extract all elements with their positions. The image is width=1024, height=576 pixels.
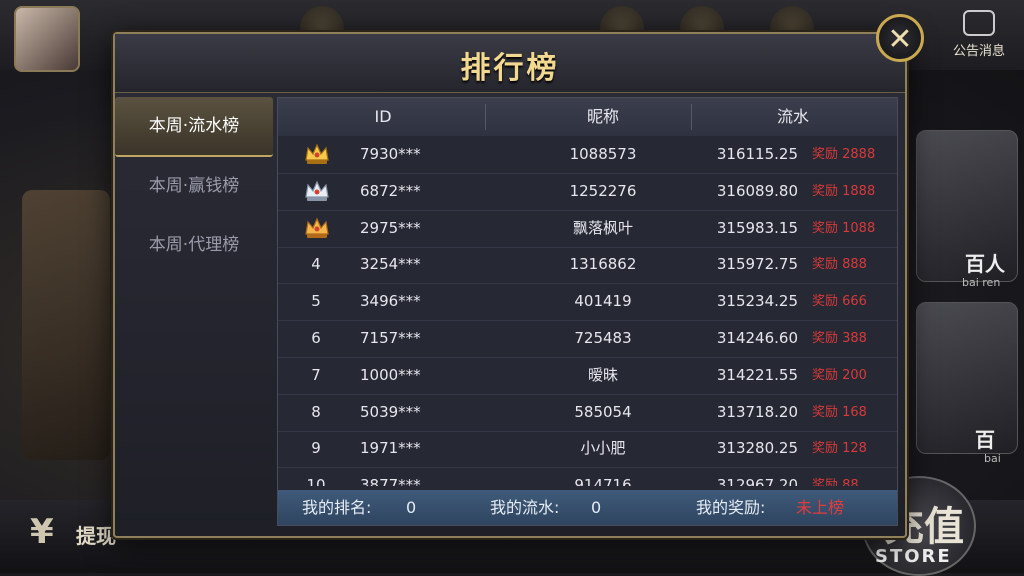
header-flow: 流水: [776, 107, 809, 126]
player-prize: 奖励 88: [812, 478, 859, 486]
player-prize: 奖励 128: [812, 441, 867, 457]
table-row: 8 5039*** 585054 313718.20 奖励 168: [278, 394, 897, 432]
player-prize: 奖励 1088: [812, 220, 876, 236]
my-flow-value: 0: [591, 498, 602, 517]
player-id: 3254***: [360, 255, 421, 274]
gold-sun-crown-icon: [305, 143, 329, 164]
table-header: ID 昵称 流水: [278, 98, 897, 136]
my-rank-bar: 我的排名: 0 我的流水: 0 我的奖励: 未上榜: [278, 490, 897, 525]
player-id: 1000***: [360, 365, 421, 384]
player-flow: 314221.55: [716, 365, 798, 384]
player-id: 1971***: [360, 439, 421, 458]
game-card-subtitle: bai ren: [962, 276, 1001, 289]
player-id: 6872***: [360, 181, 421, 200]
notice-button[interactable]: 公告消息: [940, 4, 1018, 62]
header-id: ID: [374, 107, 392, 126]
my-prize-value: 未上榜: [796, 498, 845, 517]
my-rank-label: 我的排名:: [302, 498, 372, 517]
player-flow: 315972.75: [716, 255, 798, 274]
player-prize: 奖励 888: [812, 257, 867, 273]
rank-number: 7: [311, 365, 321, 384]
game-card-subtitle: bai: [984, 452, 1001, 465]
player-nickname: 585054: [574, 402, 632, 421]
silver-crown-icon: [305, 180, 329, 201]
player-id: 7157***: [360, 329, 421, 347]
player-flow: 316089.80: [716, 181, 798, 200]
modal-header: 排行榜: [115, 34, 905, 93]
player-prize: 奖励 168: [812, 404, 867, 420]
player-id: 3496***: [360, 292, 421, 311]
table-row: 4 3254*** 1316862 315972.75 奖励 888: [278, 246, 897, 285]
table-row: 6 7157*** 725483 314246.60 奖励 388: [278, 320, 897, 358]
close-icon: ✕: [887, 22, 913, 57]
player-prize: 奖励 200: [812, 367, 867, 383]
player-flow: 313280.25: [716, 439, 798, 458]
tab-label: 本周·代理榜: [148, 235, 240, 255]
header-divider: [691, 104, 692, 130]
tab-label: 本周·流水榜: [148, 116, 240, 136]
player-flow: 314246.60: [716, 329, 798, 347]
player-id: 3877***: [360, 476, 421, 486]
game-card-title: 百人: [965, 252, 1005, 276]
avatar[interactable]: [14, 6, 80, 72]
table-body[interactable]: 7930*** 1088573 316115.25 奖励 2888 6872*** 125…: [278, 136, 897, 486]
player-prize: 奖励 1888: [812, 183, 876, 199]
header-divider: [485, 104, 486, 130]
player-prize: 奖励 2888: [812, 147, 876, 162]
modal-title: 排行榜: [460, 51, 560, 86]
yen-icon: ¥: [30, 512, 54, 552]
game-card-title: 百: [975, 428, 995, 452]
notice-label: 公告消息: [952, 44, 1005, 59]
tab-weekly-agent[interactable]: 本周·代理榜: [115, 216, 273, 274]
table-row: 6872*** 1252276 316089.80 奖励 1888: [278, 173, 897, 211]
table-row: 7930*** 1088573 316115.25 奖励 2888: [278, 136, 897, 174]
leaderboard-tabs: 本周·流水榜 本周·赢钱榜 本周·代理榜: [115, 97, 273, 527]
player-id: 2975***: [360, 218, 421, 237]
game-card-bai[interactable]: [916, 302, 1018, 454]
player-flow: 315234.25: [716, 292, 798, 311]
player-nickname: 725483: [574, 329, 632, 347]
my-rank-value: 0: [406, 498, 417, 517]
player-prize: 奖励 666: [812, 294, 867, 310]
rank-number: 10: [306, 476, 326, 486]
player-id: 7930***: [360, 145, 421, 163]
rank-number: 9: [311, 439, 321, 458]
promo-art: [22, 190, 110, 460]
player-nickname: 914716: [574, 476, 632, 486]
tab-label: 本周·赢钱榜: [148, 176, 240, 196]
rank-number: 6: [311, 329, 321, 347]
player-flow: 315983.15: [716, 218, 798, 237]
player-nickname: 飘落枫叶: [572, 218, 633, 237]
header-nickname: 昵称: [586, 107, 619, 126]
message-icon: [963, 10, 995, 36]
table-row: 2975*** 飘落枫叶 315983.15 奖励 1088: [278, 210, 897, 248]
rank-number: 4: [311, 255, 321, 274]
player-flow: 313718.20: [716, 402, 798, 421]
table-row: 5 3496*** 401419 315234.25 奖励 666: [278, 283, 897, 322]
player-nickname: 1316862: [569, 255, 637, 274]
table-row: 10 3877*** 914716 312967.20 奖励 88: [278, 467, 897, 486]
player-nickname: 1252276: [569, 181, 637, 200]
player-flow: 312967.20: [716, 476, 798, 486]
player-nickname: 1088573: [569, 145, 637, 163]
withdraw-button[interactable]: 提现: [76, 520, 116, 549]
tab-weekly-flow[interactable]: 本周·流水榜: [115, 97, 273, 157]
my-prize-label: 我的奖励:: [696, 498, 766, 517]
rank-number: 5: [311, 292, 321, 311]
player-nickname: 401419: [574, 292, 632, 311]
player-id: 5039***: [360, 402, 421, 421]
player-nickname: 小小肥: [580, 439, 626, 458]
bronze-crown-icon: [305, 217, 329, 238]
table-row: 9 1971*** 小小肥 313280.25 奖励 128: [278, 430, 897, 469]
my-flow-label: 我的流水:: [490, 498, 560, 517]
player-prize: 奖励 388: [812, 331, 867, 346]
store-en-label: STORE: [875, 546, 952, 567]
leaderboard-panel: ID 昵称 流水 7930*** 1088573 316115.25 奖励 2888 6…: [277, 97, 898, 526]
player-flow: 316115.25: [716, 145, 798, 163]
table-row: 7 1000*** 暧昧 314221.55 奖励 200: [278, 357, 897, 395]
tab-weekly-winnings[interactable]: 本周·赢钱榜: [115, 157, 273, 215]
close-button[interactable]: ✕: [876, 14, 924, 62]
player-nickname: 暧昧: [587, 365, 618, 384]
rank-number: 8: [311, 402, 321, 421]
